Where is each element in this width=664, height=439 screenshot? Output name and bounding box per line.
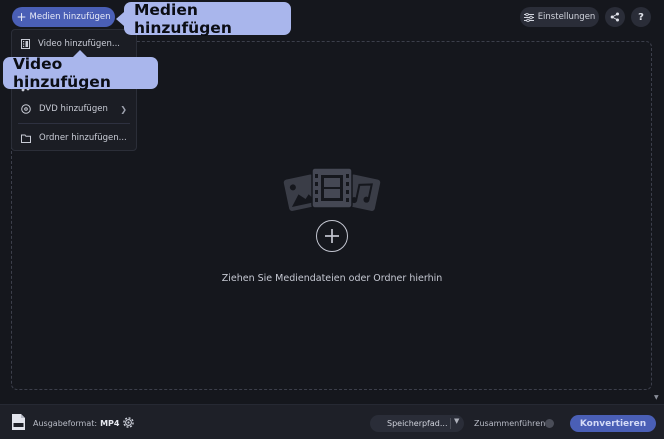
- settings-label: Einstellungen: [537, 12, 596, 22]
- merge-label: Zusammenführen:: [474, 419, 548, 428]
- divider: [450, 418, 451, 429]
- save-path-label: Speicherpfad...: [387, 419, 448, 428]
- callout-add-video: Video hinzufügen: [3, 50, 158, 91]
- folder-icon: [21, 134, 31, 143]
- menu-item-label: Video hinzufügen...: [38, 39, 120, 49]
- gear-icon[interactable]: [122, 416, 135, 429]
- scroll-down-icon[interactable]: ▼: [654, 394, 659, 401]
- convert-button[interactable]: Konvertieren: [570, 415, 656, 432]
- output-format-value: MP4: [100, 419, 120, 428]
- bottom-bar: Ausgabeformat: MP4 Speicherpfad... ▼ Zusa…: [0, 404, 664, 439]
- sliders-icon: [523, 12, 534, 22]
- plus-icon: [325, 229, 339, 243]
- menu-item-add-folder[interactable]: Ordner hinzufügen...: [12, 127, 136, 149]
- add-files-button[interactable]: [316, 220, 348, 252]
- callout-add-media: Medien hinzufügen: [116, 1, 291, 37]
- save-path-dropdown[interactable]: Speicherpfad... ▼: [370, 415, 464, 432]
- chevron-down-icon[interactable]: ▼: [454, 417, 459, 425]
- menu-item-add-dvd[interactable]: DVD hinzufügen ❯: [12, 98, 136, 120]
- settings-button[interactable]: Einstellungen: [520, 7, 599, 27]
- add-media-label: Medien hinzufügen: [29, 12, 111, 22]
- dvd-icon: [21, 104, 31, 114]
- video-file-icon: [21, 39, 30, 49]
- share-button[interactable]: [605, 7, 625, 27]
- merge-toggle[interactable]: [545, 419, 554, 428]
- chevron-right-icon: ❯: [120, 104, 127, 114]
- output-format[interactable]: Ausgabeformat: MP4: [33, 419, 119, 428]
- menu-divider: [18, 123, 130, 124]
- share-icon: [610, 12, 619, 22]
- plus-icon: +: [16, 10, 27, 24]
- help-button[interactable]: ?: [631, 7, 651, 27]
- menu-item-label: Ordner hinzufügen...: [39, 133, 127, 143]
- add-media-button[interactable]: + Medien hinzufügen: [12, 7, 115, 27]
- media-files-illustration: [283, 167, 381, 211]
- drop-hint-text: Ziehen Sie Mediendateien oder Ordner hie…: [221, 273, 443, 284]
- mp4-file-icon[interactable]: [11, 413, 26, 431]
- output-format-label: Ausgabeformat:: [33, 419, 98, 428]
- menu-item-label: DVD hinzufügen: [39, 104, 108, 114]
